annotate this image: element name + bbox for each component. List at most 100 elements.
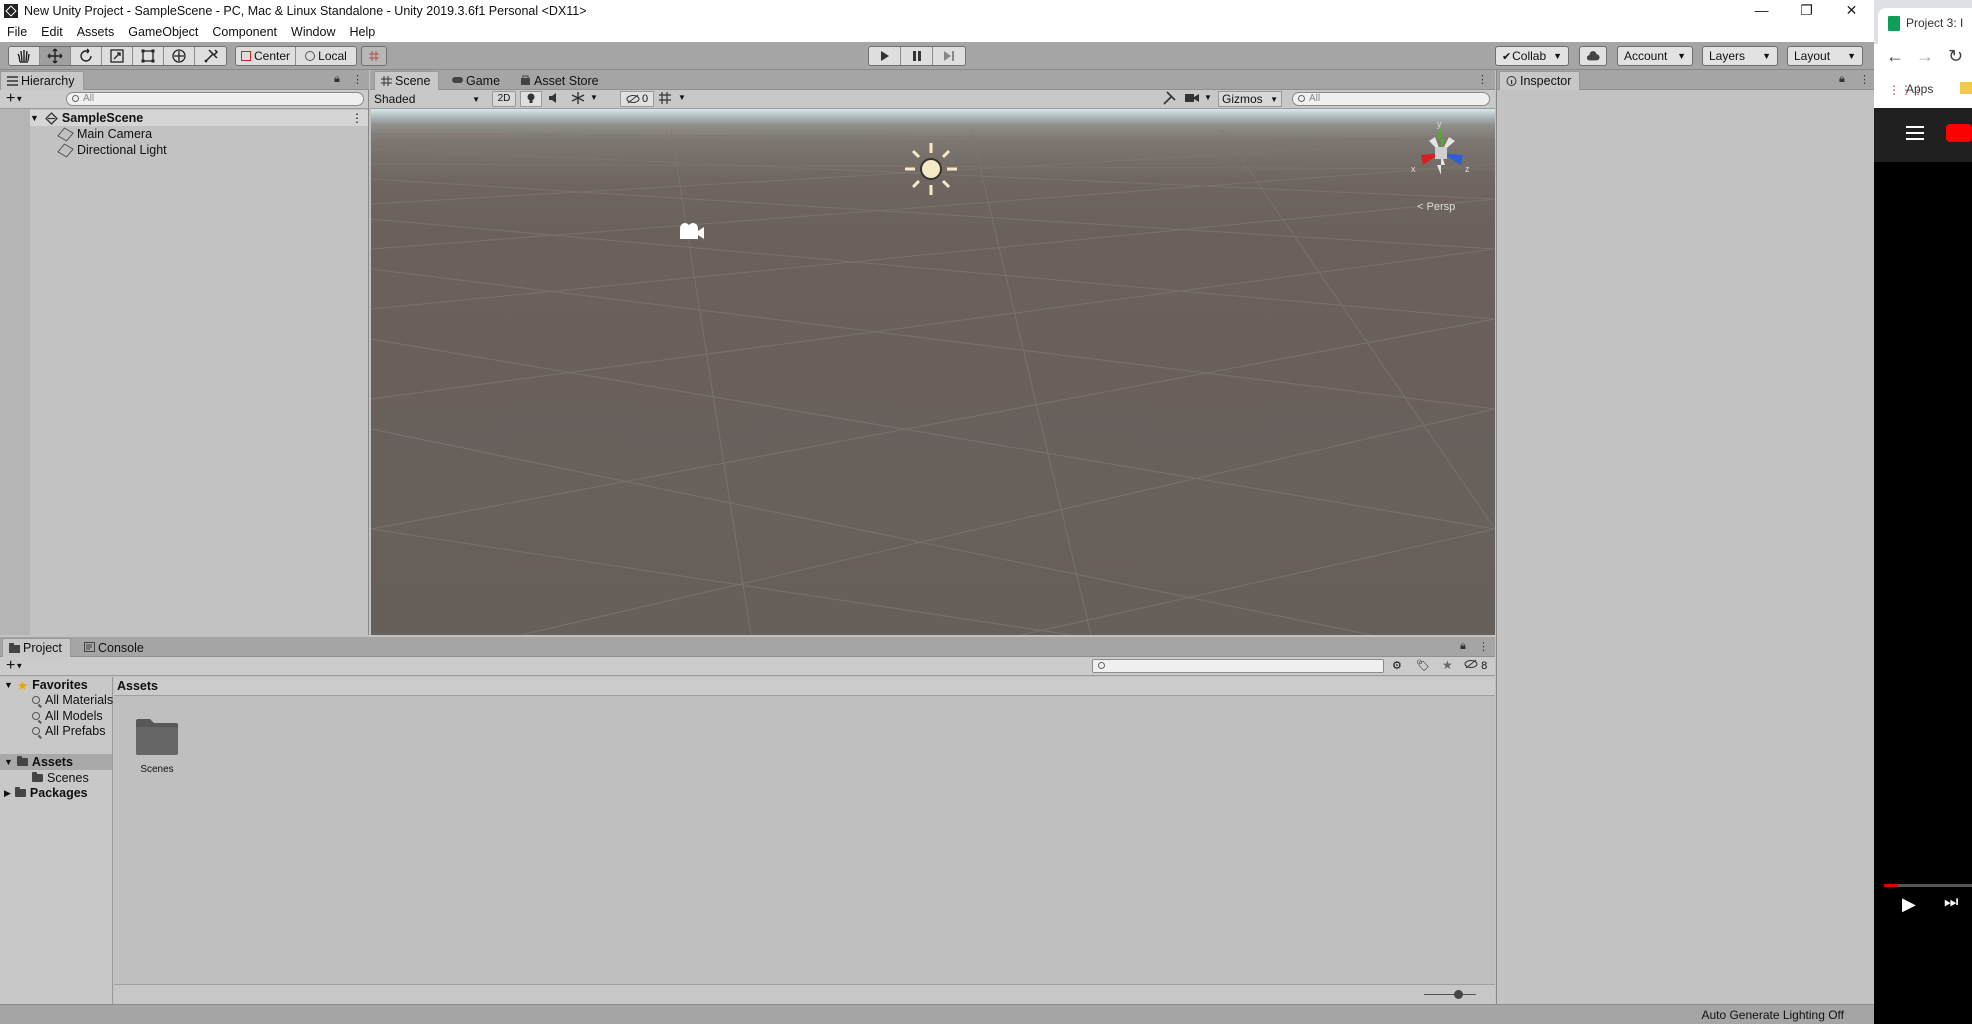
tab-hierarchy[interactable]: Hierarchy <box>0 71 84 90</box>
lock-icon[interactable]: 🔒︎ <box>334 73 340 86</box>
grid-toggle-dropdown[interactable]: ▼ <box>656 91 692 107</box>
panel-menu-icon[interactable]: ⋮ <box>352 73 363 86</box>
cloud-button[interactable] <box>1579 46 1607 66</box>
menu-component[interactable]: Component <box>212 25 277 39</box>
close-button[interactable]: ✕ <box>1829 0 1874 22</box>
add-object-button[interactable]: +▼ <box>6 90 23 107</box>
hidden-objects-toggle[interactable]: 0 <box>620 91 654 107</box>
orientation-gizmo[interactable] <box>1401 121 1481 185</box>
expand-arrow-icon[interactable]: ▼ <box>4 757 13 767</box>
hand-tool-button[interactable] <box>9 47 40 65</box>
pivot-local-button[interactable]: Local <box>296 47 356 65</box>
eye-slash-icon <box>1464 659 1478 669</box>
favorite-item-all-prefabs[interactable]: All Prefabs <box>32 723 105 739</box>
video-progress-bar[interactable] <box>1884 884 1972 887</box>
save-search-star-icon[interactable]: ★ <box>1442 658 1453 672</box>
icon-size-slider[interactable] <box>1424 990 1476 999</box>
search-by-type-icon[interactable]: ⚙ <box>1392 659 1402 672</box>
slider-handle[interactable] <box>1454 990 1463 999</box>
rect-icon <box>141 49 155 63</box>
sun-icon[interactable] <box>901 139 961 199</box>
account-dropdown[interactable]: Account ▼ <box>1617 46 1693 66</box>
menu-help[interactable]: Help <box>349 25 375 39</box>
scenes-folder-row[interactable]: Scenes <box>32 770 89 786</box>
hidden-packages-toggle[interactable]: 8 <box>1464 659 1487 672</box>
menu-window[interactable]: Window <box>291 25 335 39</box>
grid-snap-button[interactable] <box>362 47 386 65</box>
create-asset-button[interactable]: +▼ <box>6 657 23 674</box>
reload-icon[interactable]: ↻ <box>1948 46 1963 67</box>
menu-gameobject[interactable]: GameObject <box>128 25 198 39</box>
expand-arrow-icon[interactable]: ▶ <box>4 788 11 799</box>
panel-menu-icon[interactable]: ⋮ <box>1478 640 1489 653</box>
minimize-button[interactable]: — <box>1739 0 1784 22</box>
favorite-item-all-materials[interactable]: All Materials <box>32 692 113 708</box>
lighting-status-text[interactable]: Auto Generate Lighting Off <box>1701 1008 1844 1022</box>
effects-dropdown[interactable]: ▼ <box>568 91 604 107</box>
layers-dropdown[interactable]: Layers ▼ <box>1702 46 1778 66</box>
custom-tool-button[interactable] <box>195 47 226 65</box>
scene-search-input[interactable]: All <box>1292 92 1490 106</box>
bookmark-folder-icon[interactable] <box>1960 82 1972 94</box>
tab-game[interactable]: Game <box>446 71 508 90</box>
restore-button[interactable]: ❐ <box>1784 0 1829 22</box>
tab-console[interactable]: Console <box>78 638 152 657</box>
play-button[interactable] <box>869 47 901 65</box>
hierarchy-item-label: Main Camera <box>77 127 153 141</box>
gizmos-dropdown[interactable]: Gizmos ▼ <box>1218 91 1282 107</box>
play-icon[interactable]: ▶ <box>1902 894 1916 915</box>
hierarchy-item-directional-light[interactable]: Directional Light <box>57 142 167 158</box>
chevron-down-icon: ▼ <box>1204 93 1212 102</box>
search-by-label-icon[interactable]: 🏷︎ <box>1416 659 1430 672</box>
forward-arrow-icon[interactable]: → <box>1916 46 1934 67</box>
scene-viewport[interactable]: y x z < Persp <box>371 109 1495 635</box>
lock-icon[interactable]: 🔒︎ <box>1839 73 1845 86</box>
menu-assets[interactable]: Assets <box>77 25 115 39</box>
hierarchy-item-main-camera[interactable]: Main Camera <box>57 126 153 142</box>
scene-menu-icon[interactable]: ⋮ <box>351 111 363 125</box>
rect-tool-button[interactable] <box>133 47 164 65</box>
transform-tool-button[interactable] <box>164 47 195 65</box>
tab-inspector[interactable]: Inspector <box>1499 71 1581 90</box>
favorites-row[interactable]: ▼ ★ Favorites <box>4 677 88 693</box>
audio-toggle-button[interactable] <box>544 91 566 107</box>
collab-dropdown[interactable]: ✔ Collab ▼ <box>1495 46 1569 66</box>
apps-bookmark-label[interactable]: Apps <box>1906 82 1933 96</box>
back-arrow-icon[interactable]: ← <box>1886 46 1904 67</box>
draw-mode-dropdown[interactable]: Shaded ▼ <box>374 91 484 107</box>
project-search-input[interactable] <box>1092 659 1384 673</box>
scale-tool-button[interactable] <box>102 47 133 65</box>
panel-menu-icon[interactable]: ⋮ <box>1859 73 1870 86</box>
menu-edit[interactable]: Edit <box>41 25 63 39</box>
layout-dropdown[interactable]: Layout ▼ <box>1787 46 1863 66</box>
packages-folder-row[interactable]: ▶ Packages <box>4 785 88 801</box>
tab-project[interactable]: Project <box>2 638 71 657</box>
panel-menu-icon[interactable]: ⋮ <box>1477 73 1488 86</box>
lighting-toggle-button[interactable] <box>520 91 542 107</box>
toggle-2d-button[interactable]: 2D <box>492 91 516 107</box>
camera-dropdown[interactable]: ▼ <box>1184 91 1216 107</box>
expand-arrow-icon[interactable]: ▼ <box>30 113 39 123</box>
breadcrumb-assets[interactable]: Assets <box>117 679 158 693</box>
scene-row[interactable]: ▼ SampleScene ⋮ <box>30 110 368 126</box>
hierarchy-search-input[interactable]: All <box>66 92 364 106</box>
menu-file[interactable]: File <box>7 25 27 39</box>
tools-toggle-button[interactable] <box>1162 91 1182 107</box>
asset-item-scenes[interactable]: Scenes <box>132 717 182 787</box>
hamburger-menu-icon[interactable] <box>1906 126 1924 140</box>
assets-folder-row[interactable]: ▼ Assets <box>0 754 112 770</box>
persp-toggle[interactable]: < Persp <box>1417 201 1455 213</box>
browser-tab[interactable]: Project 3: I <box>1878 8 1972 44</box>
camera-gizmo-icon[interactable] <box>676 221 706 243</box>
rotate-tool-button[interactable] <box>71 47 102 65</box>
pause-button[interactable] <box>901 47 933 65</box>
tab-scene[interactable]: Scene <box>374 71 440 90</box>
next-track-icon[interactable]: ⏭︎ <box>1944 894 1958 912</box>
pivot-center-button[interactable]: Center <box>236 47 296 65</box>
step-button[interactable] <box>933 47 965 65</box>
move-tool-button[interactable] <box>40 47 71 65</box>
tab-asset-store[interactable]: Asset Store <box>514 71 607 90</box>
favorite-item-all-models[interactable]: All Models <box>32 708 103 724</box>
lock-icon[interactable]: 🔒︎ <box>1460 640 1466 653</box>
expand-arrow-icon[interactable]: ▼ <box>4 680 13 690</box>
